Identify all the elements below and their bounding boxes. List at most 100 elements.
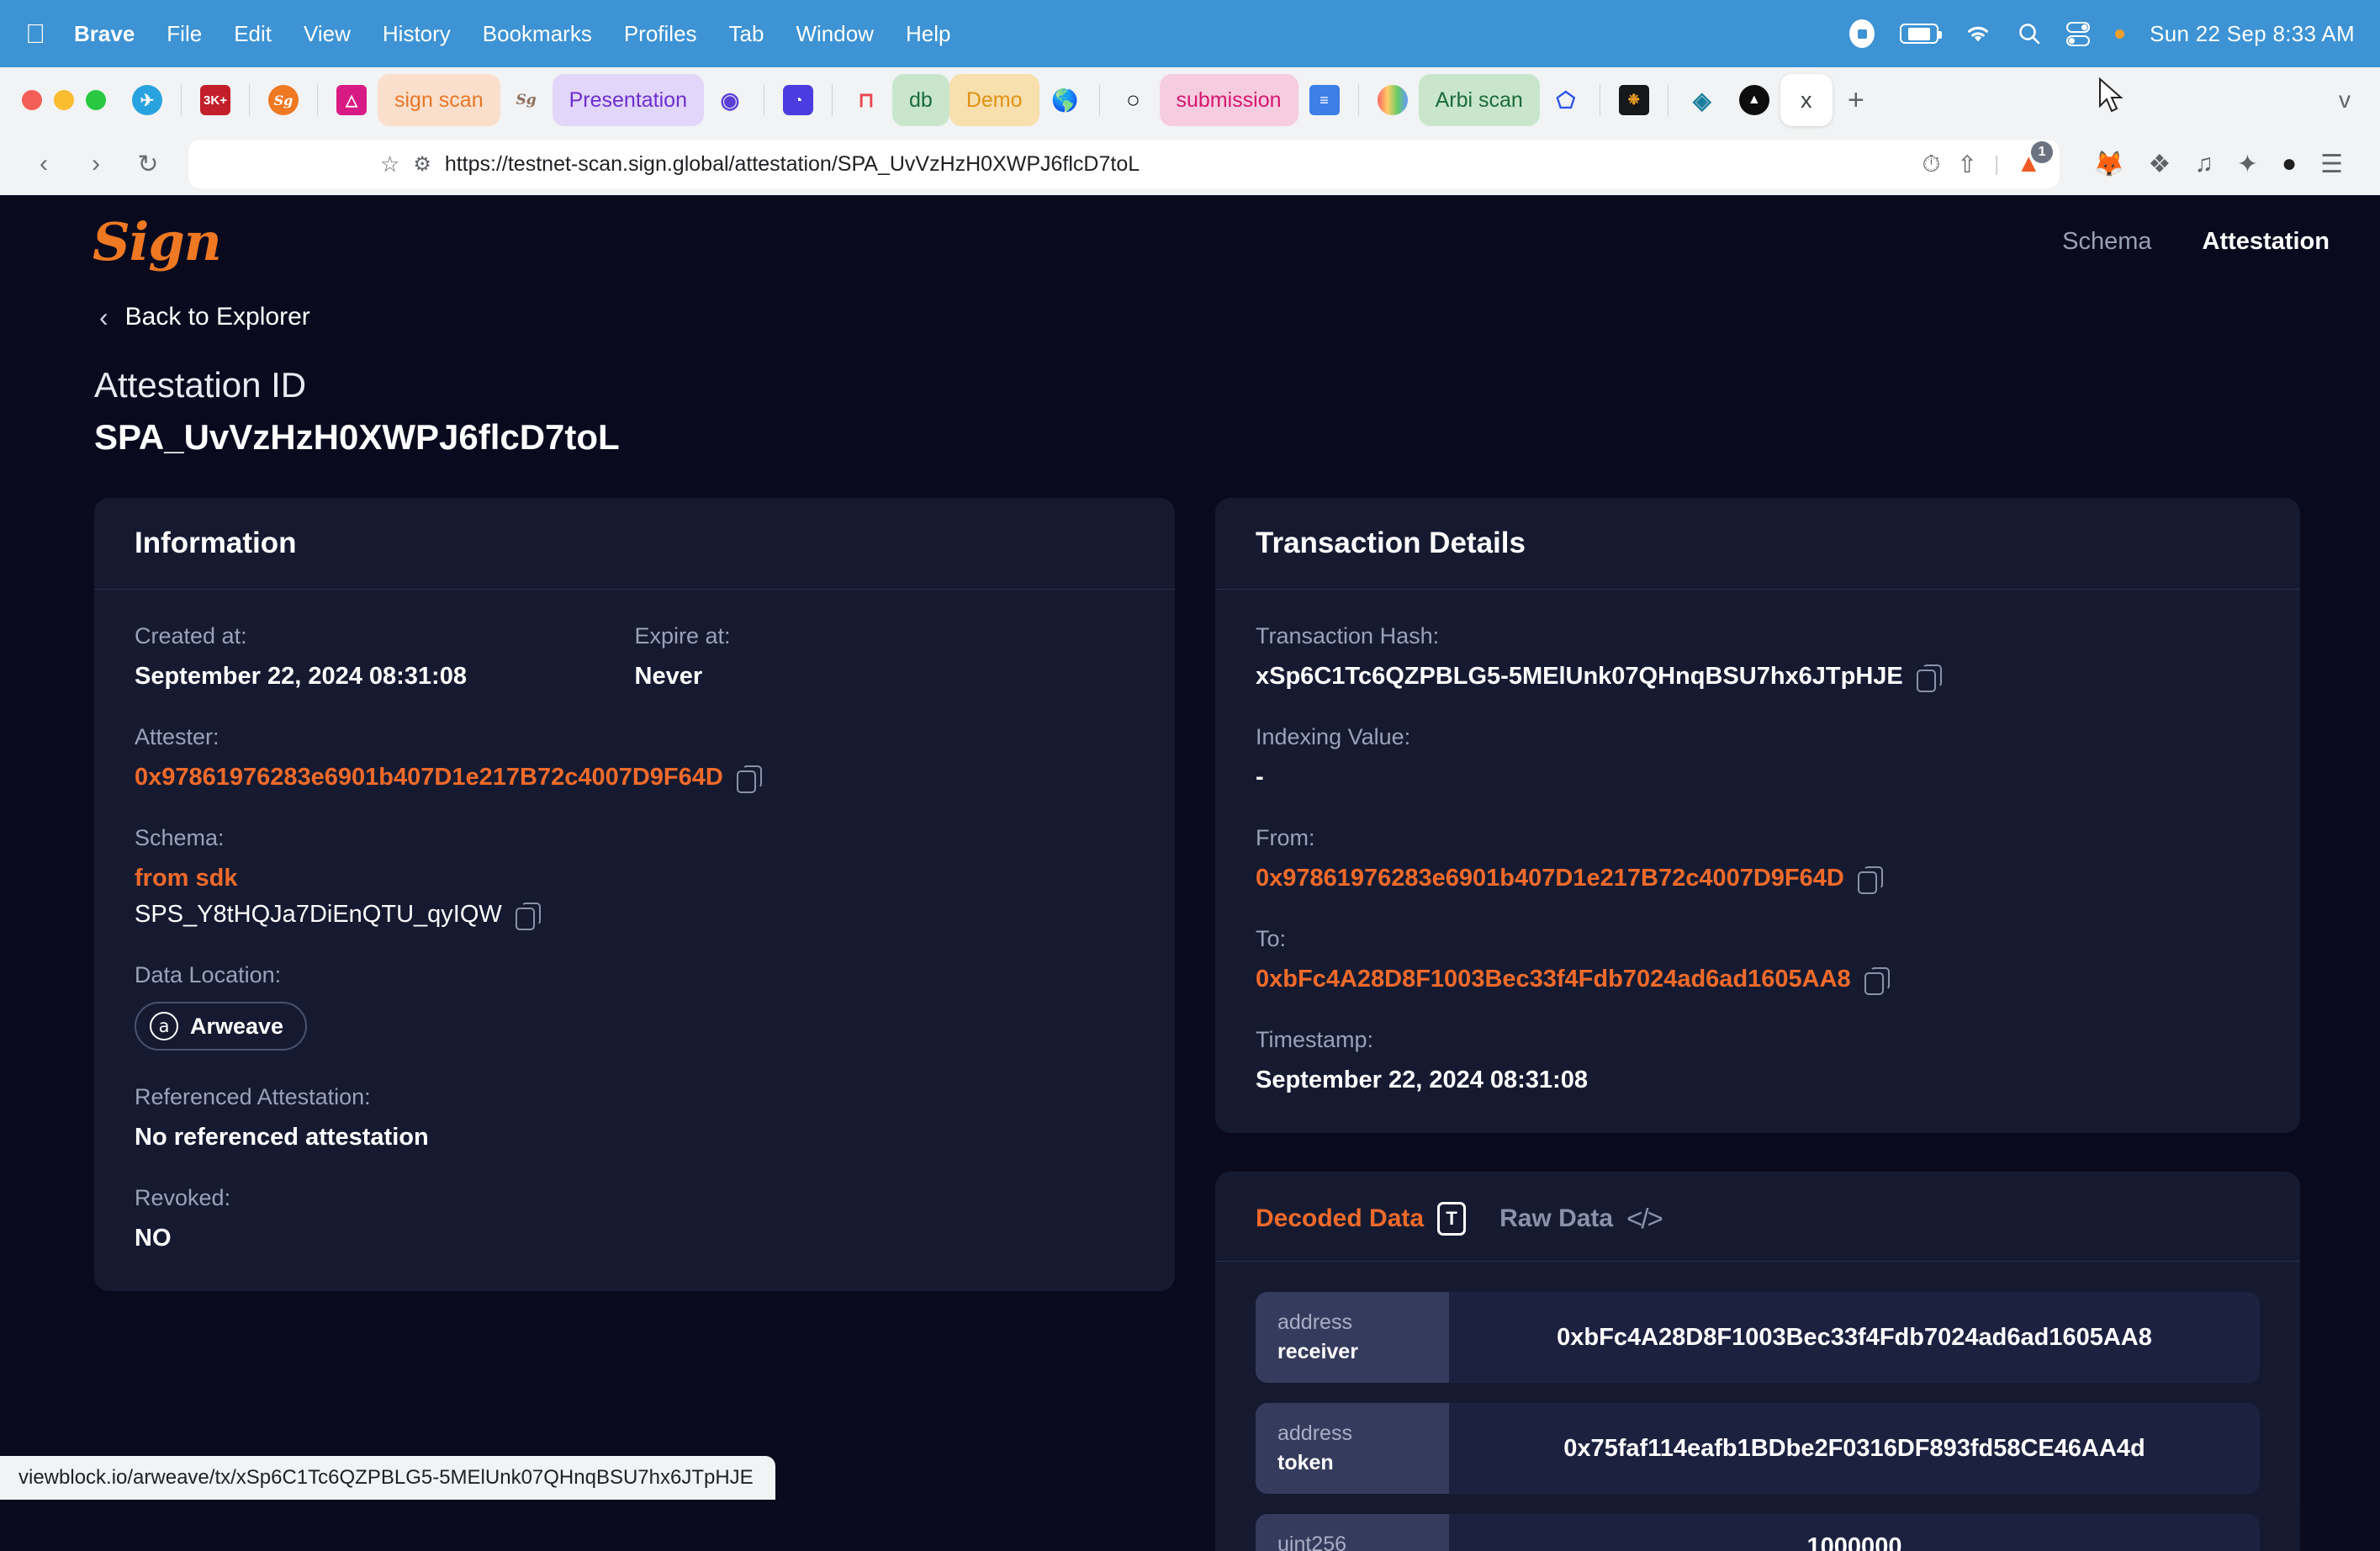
tab-sign-orange[interactable]: Sg	[257, 74, 309, 126]
tab-db[interactable]: db	[892, 74, 949, 126]
apple-logo-icon[interactable]: 	[25, 20, 45, 47]
tx-hash-label: Transaction Hash:	[1256, 623, 1440, 648]
menu-bar-status-area: Sun 22 Sep 8:33 AM	[1849, 19, 2355, 48]
tab-docs[interactable]: ≡	[1298, 74, 1351, 126]
tab-active-current[interactable]: x	[1780, 74, 1833, 126]
created-at-label: Created at:	[135, 623, 247, 648]
attester-value[interactable]: 0x97861976283e6901b407D1e217B72c4007D9F6…	[135, 764, 723, 791]
rainbow-icon	[1377, 85, 1408, 115]
forward-icon[interactable]: ›	[72, 140, 119, 188]
close-window-button[interactable]	[22, 90, 42, 110]
tab-sign-script[interactable]: Sg	[500, 74, 553, 126]
table-row: uint256 1000000	[1256, 1514, 2260, 1551]
row-type-cell: uint256	[1256, 1514, 1449, 1551]
row-value: 0x75faf114eafb1BDbe2F0316DF893fd58CE46AA…	[1563, 1434, 2145, 1462]
menu-icon[interactable]: ☰	[2320, 150, 2343, 179]
tab-github[interactable]: ○	[1108, 74, 1160, 126]
transaction-details-card: Transaction Details Transaction Hash: xS…	[1215, 498, 2300, 1133]
to-value[interactable]: 0xbFc4A28D8F1003Bec33f4Fdb7024ad6ad1605A…	[1256, 966, 1851, 993]
tab-demo[interactable]: Demo	[949, 74, 1039, 126]
menu-item-bookmarks[interactable]: Bookmarks	[483, 21, 592, 47]
new-tab-button[interactable]: +	[1833, 77, 1880, 124]
tab-circle-c[interactable]: ◉	[704, 74, 756, 126]
information-body: Created at: September 22, 2024 08:31:08 …	[94, 590, 1175, 1291]
tab-divider	[181, 84, 182, 116]
menu-item-help[interactable]: Help	[906, 21, 950, 47]
menu-item-brave[interactable]: Brave	[74, 21, 135, 47]
record-icon[interactable]	[1849, 19, 1875, 48]
tx-hash-value-row: xSp6C1Tc6QZPBLG5-5MElUnk07QHnqBSU7hx6JTp…	[1256, 663, 2260, 692]
tab-search-chevron-down-icon[interactable]: v	[2321, 77, 2368, 124]
tab-3k-plus[interactable]: 3K+	[189, 74, 241, 126]
sparkle-icon[interactable]: ✦	[2237, 150, 2258, 179]
tab-arbi-scan[interactable]: Arbi scan	[1418, 74, 1540, 126]
tab-drop[interactable]: ◈	[1676, 74, 1728, 126]
circle-c-icon: ◉	[720, 87, 740, 113]
tab-nft[interactable]: ❉	[1608, 74, 1660, 126]
puzzle-icon[interactable]: ❖	[2148, 150, 2171, 179]
schema-name[interactable]: from sdk	[135, 865, 1134, 892]
from-value[interactable]: 0x97861976283e6901b407D1e217B72c4007D9F6…	[1256, 865, 1844, 892]
menu-item-edit[interactable]: Edit	[234, 21, 272, 47]
copy-icon[interactable]	[736, 765, 762, 793]
minimize-window-button[interactable]	[54, 90, 74, 110]
control-center-icon[interactable]	[2066, 21, 2091, 46]
row-value: 0xbFc4A28D8F1003Bec33f4Fdb7024ad6ad1605A…	[1557, 1323, 2152, 1351]
share-icon[interactable]: ⇧	[1957, 151, 1976, 178]
battery-icon[interactable]	[1900, 24, 1943, 44]
copy-icon[interactable]	[1864, 966, 1890, 995]
brave-leo-icon[interactable]: ●	[2282, 150, 2297, 178]
reload-icon[interactable]: ↻	[124, 140, 172, 188]
nav-link-attestation[interactable]: Attestation	[2203, 228, 2330, 256]
copy-icon[interactable]	[1916, 664, 1942, 692]
tab-graphql[interactable]: △	[325, 74, 378, 126]
sign-script-icon: Sg	[516, 92, 537, 109]
copy-icon[interactable]	[1857, 865, 1883, 894]
schema-field: Schema: from sdk SPS_Y8tHQJa7DiEnQTU_qyI…	[135, 825, 1134, 930]
metamask-icon[interactable]: 🦊	[2093, 150, 2124, 179]
back-to-explorer-link[interactable]: ‹ Back to Explorer	[0, 288, 2380, 331]
menu-item-tab[interactable]: Tab	[729, 21, 764, 47]
tab-rainbow[interactable]	[1367, 74, 1419, 126]
history-icon[interactable]: ⏱	[1923, 151, 1941, 178]
menu-item-profiles[interactable]: Profiles	[624, 21, 697, 47]
tab-label: Presentation	[569, 87, 687, 112]
brave-shields-icon[interactable]: ▲ 1	[2016, 141, 2054, 178]
tab-hexagon[interactable]: ⬠	[1540, 74, 1592, 126]
sign-logo[interactable]: Sign	[93, 211, 222, 273]
arweave-chip[interactable]: a Arweave	[135, 1002, 308, 1051]
tab-pitch[interactable]: ◔	[772, 74, 824, 126]
search-icon[interactable]	[2018, 22, 2041, 45]
nav-link-schema[interactable]: Schema	[2062, 228, 2151, 256]
tab-label: sign scan	[394, 87, 484, 112]
tab-dark-circle[interactable]: ▲	[1728, 74, 1780, 126]
tab-presentation[interactable]: Presentation	[552, 74, 704, 126]
tab-submission[interactable]: submission	[1159, 74, 1298, 126]
timestamp-label: Timestamp:	[1256, 1027, 1374, 1052]
maximize-window-button[interactable]	[86, 90, 106, 110]
tx-hash-value[interactable]: xSp6C1Tc6QZPBLG5-5MElUnk07QHnqBSU7hx6JTp…	[1256, 663, 1903, 691]
menu-item-file[interactable]: File	[167, 21, 202, 47]
data-location-field: Data Location: a Arweave	[135, 962, 1134, 1051]
close-tab-icon[interactable]: x	[1801, 87, 1812, 114]
copy-icon[interactable]	[515, 902, 541, 930]
url-text[interactable]: https://testnet-scan.sign.global/attesta…	[445, 152, 1140, 177]
tab-globe[interactable]: 🌎	[1039, 74, 1092, 126]
bookmark-icon[interactable]: ☆	[380, 151, 399, 177]
menu-item-history[interactable]: History	[383, 21, 451, 47]
created-expire-row: Created at: September 22, 2024 08:31:08 …	[135, 623, 1134, 691]
tab-raw-data[interactable]: Raw Data </>	[1499, 1203, 1663, 1235]
menu-item-window[interactable]: Window	[796, 21, 873, 47]
tab-sign-scan[interactable]: sign scan	[378, 74, 500, 126]
tab-telegram[interactable]: ✈	[121, 74, 173, 126]
wifi-icon[interactable]	[1964, 23, 1992, 45]
menu-bar-clock[interactable]: Sun 22 Sep 8:33 AM	[2150, 21, 2355, 47]
timestamp-field: Timestamp: September 22, 2024 08:31:08	[1256, 1027, 2260, 1094]
back-icon[interactable]: ‹	[20, 140, 67, 188]
tab-mm[interactable]: ⊓	[840, 74, 892, 126]
site-permissions-icon[interactable]: ⚙	[413, 152, 431, 177]
music-icon[interactable]: ♫	[2194, 150, 2213, 178]
menu-item-view[interactable]: View	[304, 21, 351, 47]
tab-decoded-data[interactable]: Decoded Data T	[1256, 1202, 1467, 1236]
address-bar[interactable]: ☆ ⚙ https://testnet-scan.sign.global/att…	[188, 140, 2060, 188]
